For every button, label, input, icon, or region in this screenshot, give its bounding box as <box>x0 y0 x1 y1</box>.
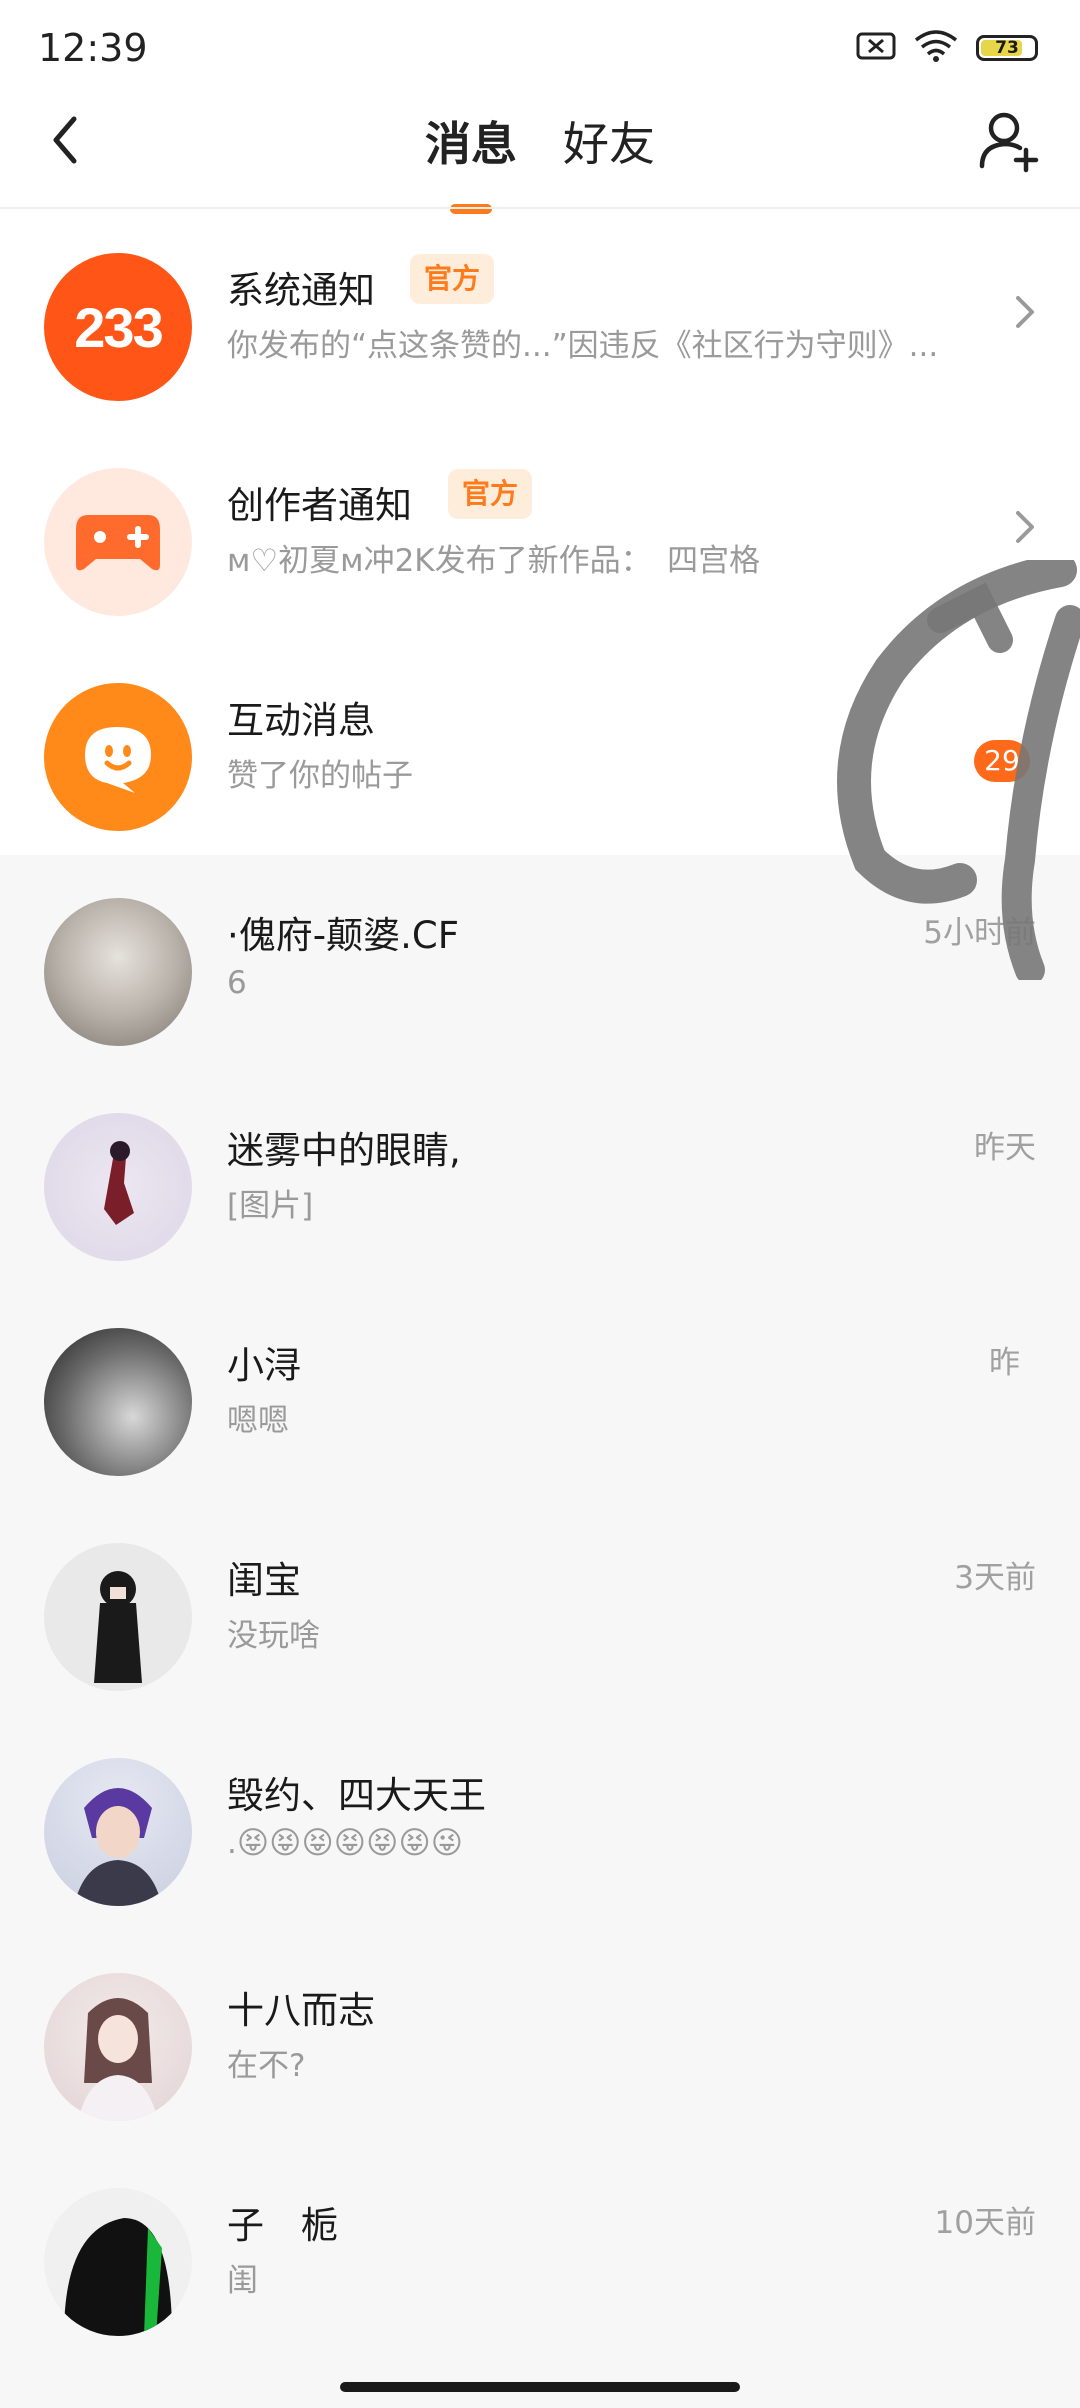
home-indicator[interactable] <box>340 2382 740 2392</box>
conversation-row[interactable]: 子 栀 闺 10天前 <box>0 2143 1080 2358</box>
conversation-row[interactable]: 闺宝 没玩啥 3天前 <box>0 1498 1080 1713</box>
unread-count-badge: 29 <box>974 740 1030 782</box>
wifi-icon <box>914 30 958 66</box>
233-logo-icon: 233 <box>44 253 192 401</box>
conversation-preview: 6 <box>227 965 247 1001</box>
conversation-preview: 没玩啥 <box>227 1618 320 1654</box>
avatar <box>44 898 192 1046</box>
conversation-name: ·傀府-颠婆.CF <box>227 914 459 957</box>
conversation-time: 昨 <box>989 1345 1020 1381</box>
conversation-name: 闺宝 <box>227 1559 301 1602</box>
avatar <box>44 1543 192 1691</box>
notice-preview: ᴍ♡初夏ᴍ冲2K发布了新作品： 四宫格 <box>227 543 761 579</box>
notice-preview: 赞了你的帖子 <box>227 758 413 794</box>
conversation-preview: 在不? <box>227 2048 306 2084</box>
conversation-preview: .😝😝😝😝😝😝😜 <box>227 1825 464 1861</box>
notice-preview: 你发布的“点这条赞的...”因违反《社区行为守则》... <box>227 328 939 364</box>
conversation-time: 5小时前 <box>923 915 1036 951</box>
add-user-icon <box>979 112 1039 173</box>
conversation-row[interactable]: 小浔 嗯嗯 昨 <box>0 1283 1080 1498</box>
chevron-right-icon <box>1016 511 1034 543</box>
chat-bubble-icon <box>44 683 192 831</box>
avatar <box>44 1973 192 2121</box>
conversation-name: 子 栀 <box>227 2204 338 2247</box>
conversation-name: 迷雾中的眼睛, <box>227 1129 461 1172</box>
status-time: 12:39 <box>38 26 148 70</box>
sim-off-icon <box>856 31 896 65</box>
conversation-name: 十八而志 <box>227 1989 375 2032</box>
conversation-time: 3天前 <box>954 1560 1036 1596</box>
tab-messages[interactable]: 消息 <box>425 108 517 214</box>
avatar-logo-text: 233 <box>74 295 163 359</box>
notice-name: 创作者通知 <box>227 484 412 527</box>
notice-name: 互动消息 <box>227 699 375 742</box>
tab-messages-label: 消息 <box>425 117 517 171</box>
conversation-preview: 闺 <box>227 2263 258 2299</box>
add-friend-button[interactable] <box>976 108 1042 174</box>
official-badge: 官方 <box>410 254 495 304</box>
system-notice-row[interactable]: 233 系统通知 官方 你发布的“点这条赞的...”因违反《社区行为守则》... <box>0 208 1080 423</box>
avatar <box>44 1113 192 1261</box>
conversation-time: 昨天 <box>974 1130 1036 1166</box>
avatar <box>44 2188 192 2336</box>
conversation-time: 10天前 <box>934 2205 1036 2241</box>
conversation-preview: [图片] <box>227 1188 314 1224</box>
conversation-preview: 嗯嗯 <box>227 1403 289 1439</box>
conversation-row[interactable]: 十八而志 在不? <box>0 1928 1080 2143</box>
interaction-notice-row[interactable]: 互动消息 赞了你的帖子 29 <box>0 638 1080 853</box>
conversation-name: 小浔 <box>227 1344 301 1387</box>
conversation-row[interactable]: 毁约、四大天王 .😝😝😝😝😝😝😜 <box>0 1713 1080 1928</box>
avatar <box>44 1758 192 1906</box>
conversation-row[interactable]: 迷雾中的眼睛, [图片] 昨天 <box>0 1068 1080 1283</box>
avatar <box>44 1328 192 1476</box>
gamepad-icon <box>44 468 192 616</box>
conversation-row[interactable]: ·傀府-颠婆.CF 6 5小时前 <box>0 853 1080 1068</box>
tab-bar: 消息 好友 <box>0 108 1080 214</box>
status-icons: 73 <box>856 30 1038 66</box>
battery-icon: 73 <box>976 35 1038 61</box>
official-badge: 官方 <box>448 469 533 519</box>
tab-friends[interactable]: 好友 <box>563 108 655 214</box>
battery-level: 73 <box>995 38 1019 58</box>
chevron-right-icon <box>1016 296 1034 328</box>
notice-name: 系统通知 <box>227 269 375 312</box>
creator-notice-row[interactable]: 创作者通知 官方 ᴍ♡初夏ᴍ冲2K发布了新作品： 四宫格 <box>0 423 1080 638</box>
conversation-name: 毁约、四大天王 <box>227 1774 486 1817</box>
tab-friends-label: 好友 <box>563 117 655 171</box>
